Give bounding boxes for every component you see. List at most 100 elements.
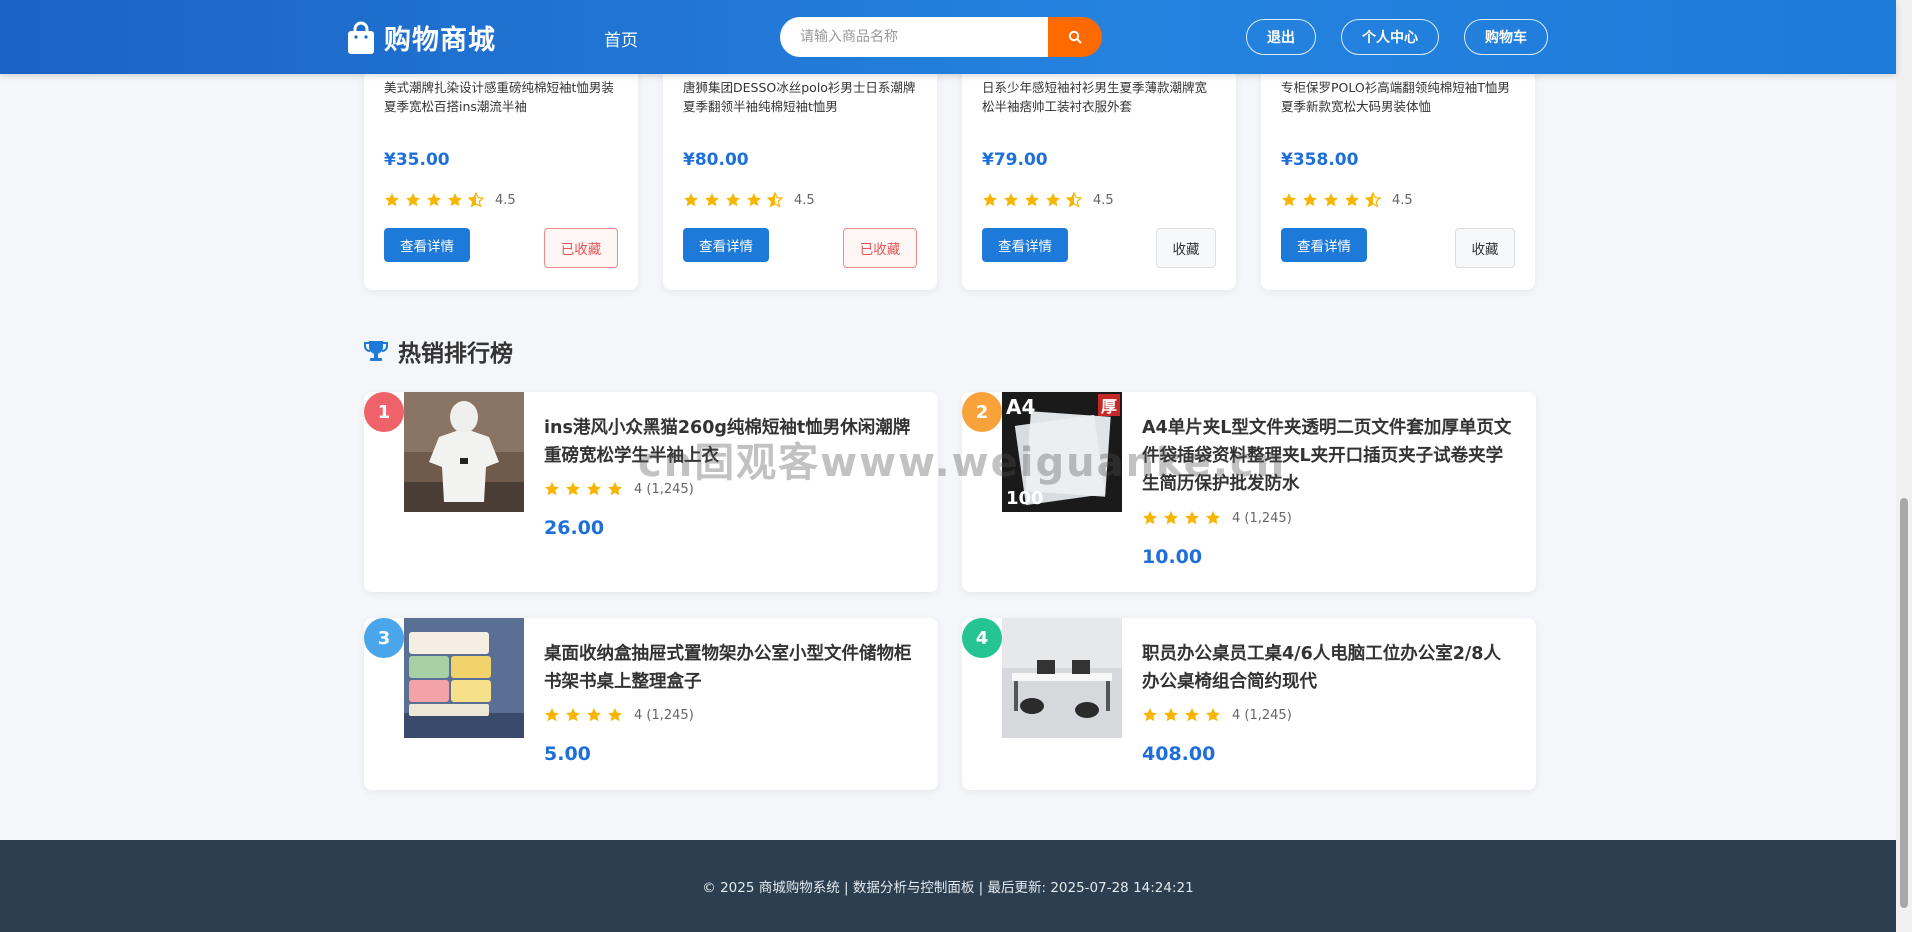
search-icon [1068, 30, 1082, 44]
product-price: ¥358.00 [1281, 150, 1359, 170]
product-title[interactable]: 日系少年感短袖衬衫男生夏季薄款潮牌宽松半袖痞帅工装衬衣服外套 [982, 78, 1218, 118]
product-price: 26.00 [544, 517, 605, 539]
star-rating [1142, 707, 1226, 723]
rank-badge: 4 [962, 618, 1002, 658]
product-price: 408.00 [1142, 743, 1216, 765]
search-input[interactable] [780, 17, 1048, 57]
ranking-item[interactable]: 2 A4 厚 100 A4单片夹L型文件夹透明二页文件套加厚单页文件袋插袋资料整… [962, 392, 1536, 592]
star-rating [544, 707, 628, 723]
product-card: 美式潮牌扎染设计感重磅纯棉短袖t恤男装夏季宽松百搭ins潮流半袖 ¥35.00 … [364, 40, 638, 290]
star-icon [1025, 193, 1039, 207]
star-icon [1303, 193, 1317, 207]
product-title[interactable]: ins港风小众黑猫260g纯棉短袖t恤男休闲潮牌重磅宽松学生半袖上衣 [544, 414, 914, 470]
section-heading: 热销排行榜 [398, 341, 513, 367]
product-image[interactable]: A4 厚 100 [1002, 392, 1122, 512]
product-price: ¥80.00 [683, 150, 749, 170]
star-icon [1164, 511, 1178, 525]
product-title[interactable]: 唐狮集团DESSO冰丝polo衫男士日系潮牌夏季翻领半袖纯棉短袖t恤男 [683, 78, 919, 118]
star-icon [684, 193, 698, 207]
rating-count: 4 (1,245) [1232, 707, 1292, 723]
footer-text: © 2025 商城购物系统 | 数据分析与控制面板 | 最后更新: 2025-0… [702, 880, 1194, 896]
rating-value: 4.5 [1392, 192, 1413, 208]
star-rating [384, 192, 489, 208]
star-icon [545, 708, 559, 722]
product-rating: 4.5 [1281, 192, 1413, 208]
favorite-button[interactable]: 已收藏 [843, 228, 917, 268]
rank-badge: 3 [364, 618, 404, 658]
image-label-count: 100 [1006, 488, 1044, 509]
view-details-button[interactable]: 查看详情 [1281, 228, 1367, 262]
star-icon [1185, 511, 1199, 525]
shopping-bag-icon [348, 21, 374, 54]
product-title[interactable]: 专柜保罗POLO衫高端翻领纯棉短袖T恤男夏季新款宽松大码男装体恤 [1281, 78, 1517, 118]
star-half-icon [1365, 192, 1381, 208]
star-icon [1046, 193, 1060, 207]
star-half-icon [468, 192, 484, 208]
star-icon [1004, 193, 1018, 207]
product-rating: 4 (1,245) [544, 707, 694, 723]
star-rating [544, 481, 628, 497]
star-icon [1143, 708, 1157, 722]
rating-count: 4 (1,245) [634, 707, 694, 723]
rating-count: 4 (1,245) [1232, 510, 1292, 526]
product-image[interactable] [404, 618, 524, 738]
product-title[interactable]: 美式潮牌扎染设计感重磅纯棉短袖t恤男装夏季宽松百搭ins潮流半袖 [384, 78, 620, 118]
rating-value: 4.5 [1093, 192, 1114, 208]
rank-badge: 1 [364, 392, 404, 432]
site-logo[interactable]: 购物商城 [346, 18, 496, 57]
product-card: 专柜保罗POLO衫高端翻领纯棉短袖T恤男夏季新款宽松大码男装体恤 ¥358.00… [1261, 40, 1535, 290]
star-icon [1185, 708, 1199, 722]
trophy-icon [364, 341, 388, 361]
profile-button[interactable]: 个人中心 [1341, 19, 1439, 55]
product-image[interactable] [404, 392, 524, 512]
star-icon [587, 482, 601, 496]
product-image[interactable] [1002, 618, 1122, 738]
rating-value: 4.5 [794, 192, 815, 208]
product-title[interactable]: 职员办公桌员工桌4/6人电脑工位办公室2/8人办公桌椅组合简约现代 [1142, 640, 1512, 696]
star-icon [1143, 511, 1157, 525]
drawer-box-photo [404, 618, 524, 738]
view-details-button[interactable]: 查看详情 [683, 228, 769, 262]
product-price: 10.00 [1142, 546, 1203, 568]
cart-button[interactable]: 购物车 [1464, 19, 1548, 55]
favorite-button[interactable]: 已收藏 [544, 228, 618, 268]
star-rating [683, 192, 788, 208]
logout-button[interactable]: 退出 [1246, 19, 1316, 55]
product-title[interactable]: 桌面收纳盒抽屉式置物架办公室小型文件储物柜书架书桌上整理盒子 [544, 640, 914, 696]
page-scrollbar[interactable] [1896, 0, 1912, 932]
star-icon [726, 193, 740, 207]
search-button[interactable] [1048, 17, 1102, 57]
rating-value: 4.5 [495, 192, 516, 208]
office-desk-photo [1002, 618, 1122, 738]
image-label-thick: 厚 [1101, 397, 1117, 416]
star-icon [608, 482, 622, 496]
product-rating: 4.5 [683, 192, 815, 208]
star-icon [747, 193, 761, 207]
rank-badge: 2 [962, 392, 1002, 432]
product-rating: 4.5 [982, 192, 1114, 208]
star-icon [983, 193, 997, 207]
view-details-button[interactable]: 查看详情 [982, 228, 1068, 262]
scrollbar-thumb[interactable] [1900, 498, 1908, 908]
ranking-section-title: 热销排行榜 [363, 334, 513, 368]
product-title[interactable]: A4单片夹L型文件夹透明二页文件套加厚单页文件袋插袋资料整理夹L夹开口插页夹子试… [1142, 414, 1512, 498]
product-rating: 4 (1,245) [1142, 707, 1292, 723]
ranking-item[interactable]: 4 职员办公桌员工桌4/6人电脑工位办公室2/8人办公桌椅组合简约现代 4 (1… [962, 618, 1536, 790]
ranking-item[interactable]: 3 桌面收纳盒抽屉式置物架办公室小型文件储物柜书架书桌上整理盒子 4 (1,24… [364, 618, 938, 790]
tshirt-photo [404, 392, 524, 512]
view-details-button[interactable]: 查看详情 [384, 228, 470, 262]
nav-home-link[interactable]: 首页 [604, 26, 638, 51]
top-navbar: 购物商城 首页 退出 个人中心 购物车 [0, 0, 1896, 74]
star-icon [406, 193, 420, 207]
product-price: ¥79.00 [982, 150, 1048, 170]
ranking-item[interactable]: 1 ins港风小众黑猫260g纯棉短袖t恤男休闲潮牌重磅宽松学生半袖上衣 4 (… [364, 392, 938, 592]
favorite-button[interactable]: 收藏 [1455, 228, 1515, 268]
product-price: 5.00 [544, 743, 591, 765]
product-rating: 4.5 [384, 192, 516, 208]
product-rating: 4 (1,245) [544, 481, 694, 497]
product-card: 唐狮集团DESSO冰丝polo衫男士日系潮牌夏季翻领半袖纯棉短袖t恤男 ¥80.… [663, 40, 937, 290]
star-icon [1324, 193, 1338, 207]
favorite-button[interactable]: 收藏 [1156, 228, 1216, 268]
star-icon [385, 193, 399, 207]
star-icon [545, 482, 559, 496]
